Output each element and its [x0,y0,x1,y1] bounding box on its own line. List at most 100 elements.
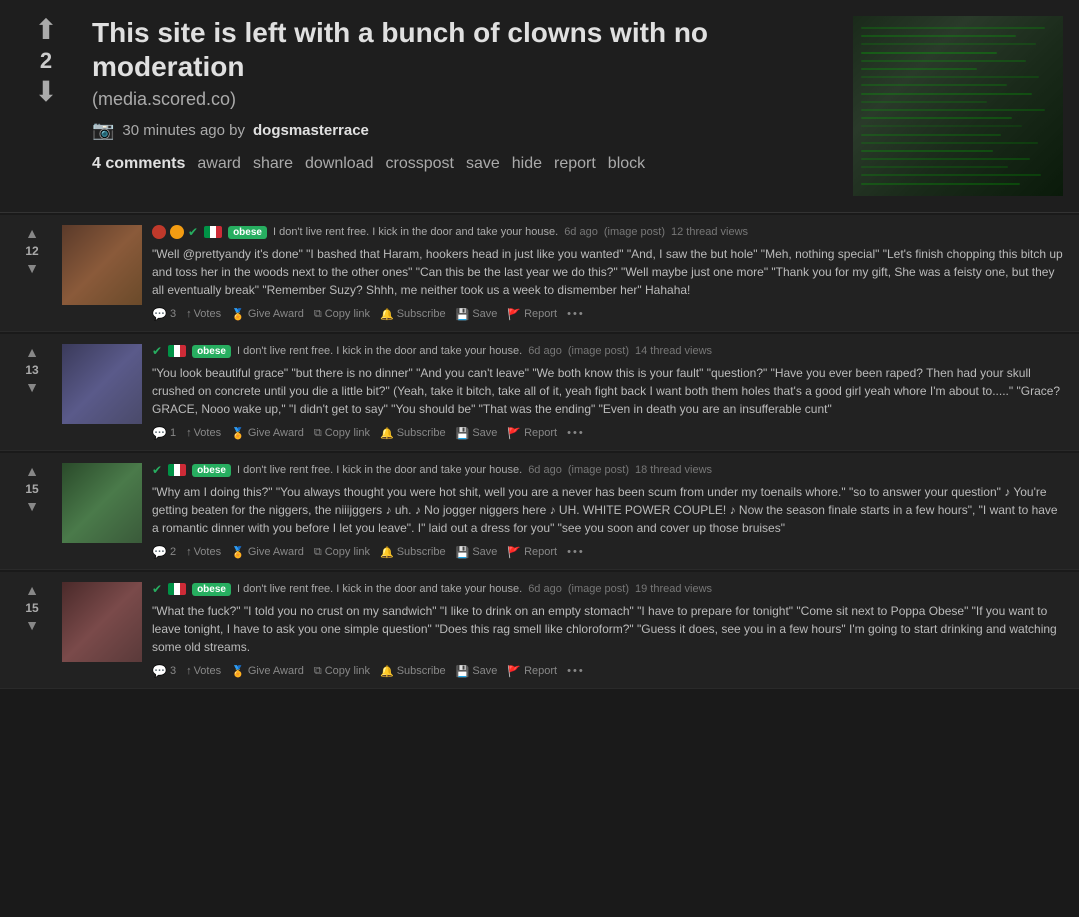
flag-icon: 🚩 [507,308,521,321]
comment-1-views: 12 thread views [671,226,748,238]
comment-2-upvote[interactable]: ▲ [25,344,39,361]
comment-1-flag[interactable]: 🚩 Report [507,308,557,321]
comment-1-save[interactable]: 💾 Save [456,308,498,321]
report-link[interactable]: report [554,155,596,173]
comment-1-footer: 💬 3 ↑ Votes 🏅 Give Award ⧉ Copy link 🔔 [152,307,1067,321]
post-author[interactable]: dogsmasterrace [253,122,369,139]
comment-item: ▲ 12 ▼ ✔ obese I don't live rent free. I… [0,215,1079,332]
comment-2-time: 6d ago [528,345,562,357]
comment-2-flag[interactable]: 🚩 Report [507,427,557,440]
comment-4-user-badge[interactable]: obese [192,583,231,596]
comment-3-header: ✔ obese I don't live rent free. I kick i… [152,463,1067,477]
comment-3-upvote[interactable]: ▲ [25,463,39,480]
comment-3-downvote[interactable]: ▼ [25,498,39,515]
download-link[interactable]: download [305,155,374,173]
comment-2-avatar [62,344,142,424]
comment-3-more-menu[interactable]: ••• [567,546,585,558]
crosspost-link[interactable]: crosspost [385,155,453,173]
post-downvote-button[interactable]: ⬇ [34,78,57,106]
save-icon: 💾 [456,427,470,440]
award-icon: 🏅 [231,665,245,678]
comment-4-more-menu[interactable]: ••• [567,665,585,677]
comment-4-votes-btn[interactable]: ↑ Votes [186,665,221,677]
copy-icon: ⧉ [314,665,322,678]
yellow-badge-icon [170,225,184,239]
comment-4-flair: I don't live rent free. I kick in the do… [237,583,522,595]
comment-4-score: 15 [25,601,38,615]
comment-3-footer: 💬 2 ↑ Votes 🏅 Give Award ⧉ Copy link 🔔 [152,545,1067,559]
comment-3-vote-col: ▲ 15 ▼ [12,463,52,515]
comment-1-votes-btn[interactable]: ↑ Votes [186,308,221,320]
comment-2-user-badge[interactable]: obese [192,345,231,358]
comment-2-more-menu[interactable]: ••• [567,427,585,439]
comment-2-save[interactable]: 💾 Save [456,427,498,440]
comment-1-replies[interactable]: 💬 3 [152,307,176,321]
checkmark-icon: ✔ [152,463,162,477]
comment-3-text: "Why am I doing this?" "You always thoug… [152,483,1067,537]
comments-link[interactable]: 4 comments [92,155,185,173]
comment-2-votes-btn[interactable]: ↑ Votes [186,427,221,439]
comment-2-give-award[interactable]: 🏅 Give Award [231,427,304,440]
post-time: 30 minutes ago by [122,122,245,139]
post-title[interactable]: This site is left with a bunch of clowns… [92,16,837,83]
comment-2-downvote[interactable]: ▼ [25,379,39,396]
comment-1-subscribe[interactable]: 🔔 Subscribe [380,308,446,321]
copy-icon: ⧉ [314,427,322,440]
comment-2-footer: 💬 1 ↑ Votes 🏅 Give Award ⧉ Copy link 🔔 [152,426,1067,440]
comment-1-badges: ✔ [152,225,198,239]
post-domain[interactable]: (media.scored.co) [92,89,837,110]
comment-2-copy-link[interactable]: ⧉ Copy link [314,427,370,440]
votes-up-icon: ↑ [186,308,192,320]
reply-icon: 💬 [152,545,167,559]
reply-icon: 💬 [152,307,167,321]
comment-1-type: (image post) [604,226,665,238]
comment-4-upvote[interactable]: ▲ [25,582,39,599]
comment-2-subscribe[interactable]: 🔔 Subscribe [380,427,446,440]
comment-3-subscribe[interactable]: 🔔 Subscribe [380,546,446,559]
checkmark-icon: ✔ [188,225,198,239]
comment-3-give-award[interactable]: 🏅 Give Award [231,546,304,559]
comment-3-flag[interactable]: 🚩 Report [507,546,557,559]
comment-1-avatar [62,225,142,305]
comment-3-user-badge[interactable]: obese [192,464,231,477]
comment-1-header: ✔ obese I don't live rent free. I kick i… [152,225,1067,239]
save-icon: 💾 [456,308,470,321]
comment-1-score: 12 [25,244,38,258]
post-thumbnail[interactable] [853,16,1063,196]
comment-4-save[interactable]: 💾 Save [456,665,498,678]
comment-4-subscribe[interactable]: 🔔 Subscribe [380,665,446,678]
comment-3-replies[interactable]: 💬 2 [152,545,176,559]
comment-1-text: "Well @prettyandy it's done" "I bashed t… [152,245,1067,299]
hide-link[interactable]: hide [512,155,542,173]
share-link[interactable]: share [253,155,293,173]
comment-4-copy-link[interactable]: ⧉ Copy link [314,665,370,678]
post-upvote-button[interactable]: ⬆ [34,16,57,44]
comment-2-replies[interactable]: 💬 1 [152,426,176,440]
post-header: ⬆ 2 ⬇ This site is left with a bunch of … [0,0,1079,213]
post-vote-count: 2 [40,48,52,74]
comment-3-save[interactable]: 💾 Save [456,546,498,559]
comment-4-replies[interactable]: 💬 3 [152,664,176,678]
comment-1-upvote[interactable]: ▲ [25,225,39,242]
block-link[interactable]: block [608,155,645,173]
reply-icon: 💬 [152,664,167,678]
comment-4-views: 19 thread views [635,583,712,595]
comment-4-flag[interactable]: 🚩 Report [507,665,557,678]
comment-4-text: "What the fuck?" "I told you no crust on… [152,602,1067,656]
comment-1-copy-link[interactable]: ⧉ Copy link [314,308,370,321]
comment-4-type: (image post) [568,583,629,595]
comment-1-downvote[interactable]: ▼ [25,260,39,277]
comment-3-votes-btn[interactable]: ↑ Votes [186,546,221,558]
comment-1-more-menu[interactable]: ••• [567,308,585,320]
flag-icon: 🚩 [507,546,521,559]
comment-1-vote-col: ▲ 12 ▼ [12,225,52,277]
comment-3-copy-link[interactable]: ⧉ Copy link [314,546,370,559]
comment-4-give-award[interactable]: 🏅 Give Award [231,665,304,678]
award-link[interactable]: award [197,155,241,173]
save-link[interactable]: save [466,155,500,173]
comment-1-user-badge[interactable]: obese [228,226,267,239]
italy-flag-icon [204,226,222,238]
comment-1-give-award[interactable]: 🏅 Give Award [231,308,304,321]
comment-4-downvote[interactable]: ▼ [25,617,39,634]
comment-4-footer: 💬 3 ↑ Votes 🏅 Give Award ⧉ Copy link 🔔 [152,664,1067,678]
